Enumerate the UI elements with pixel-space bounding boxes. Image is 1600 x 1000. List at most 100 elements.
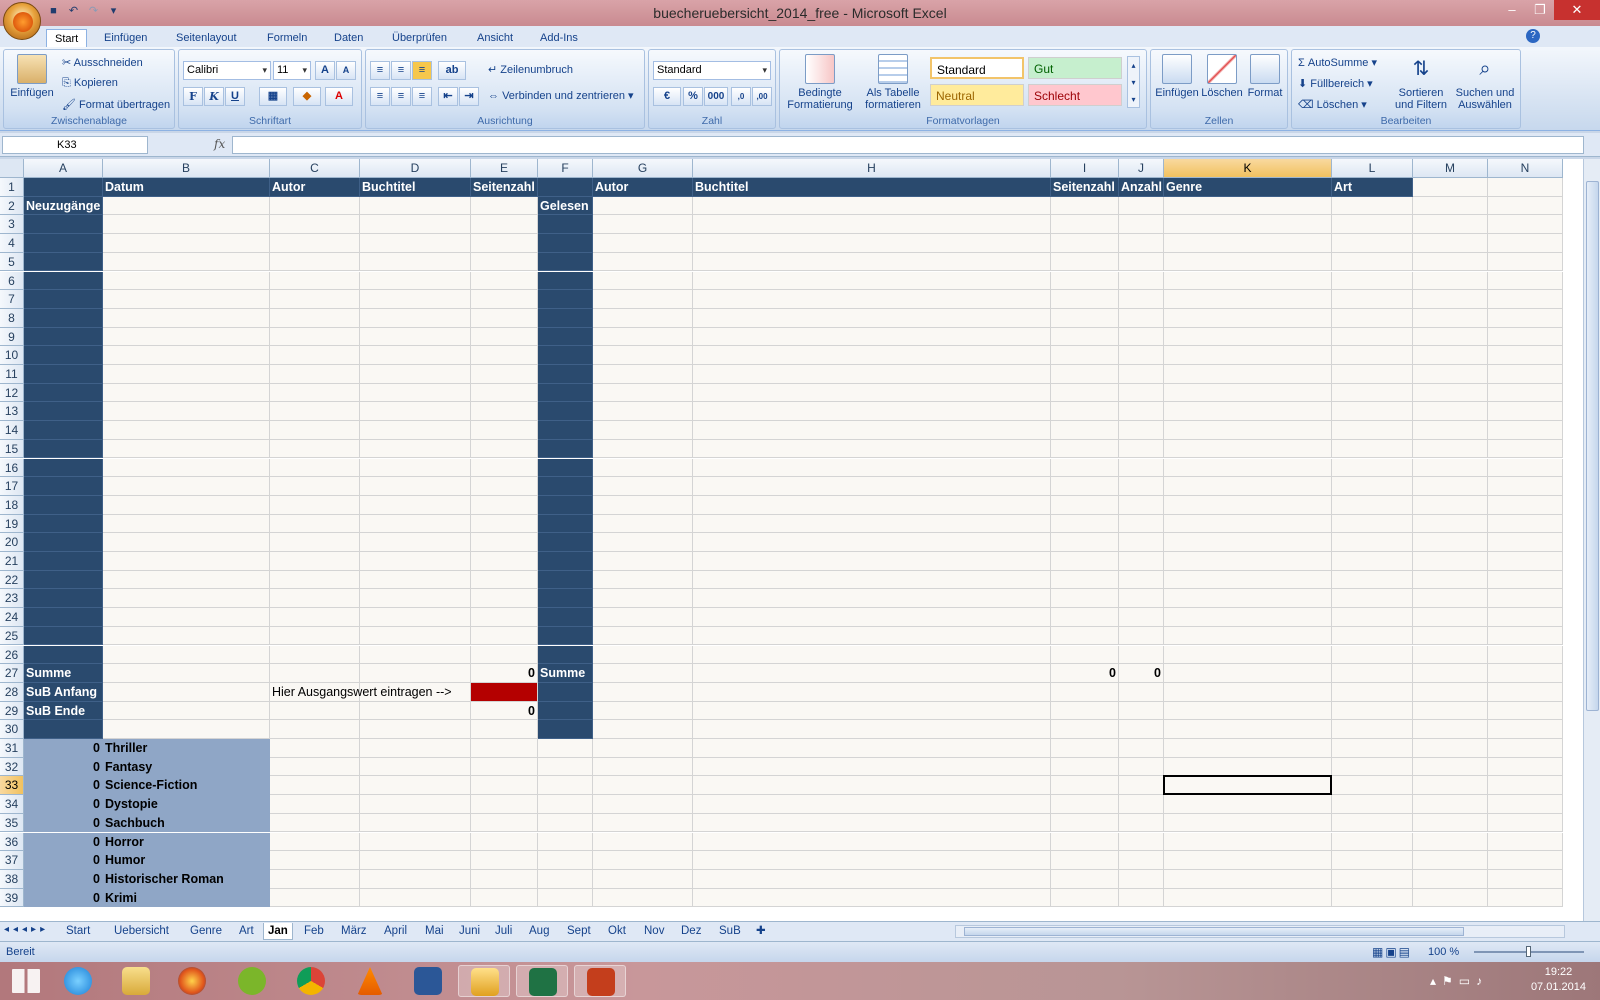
cell-a17[interactable]	[24, 477, 103, 496]
cell-m18[interactable]	[1413, 495, 1488, 515]
cell-g8[interactable]	[593, 308, 693, 328]
cell-l38[interactable]	[1332, 869, 1413, 889]
cell-k38[interactable]	[1164, 869, 1332, 889]
cell-l39[interactable]	[1332, 888, 1413, 908]
cell-h21[interactable]	[693, 552, 1051, 571]
sheet-tab-juni[interactable]: Juni	[455, 923, 484, 940]
cell-b22[interactable]	[103, 570, 270, 590]
cell-c16[interactable]	[270, 458, 360, 478]
horizontal-scrollbar[interactable]	[955, 925, 1565, 938]
cell-b7[interactable]	[103, 290, 270, 309]
cell-b19[interactable]	[103, 514, 270, 534]
cell-b14[interactable]	[103, 421, 270, 440]
cell-n19[interactable]	[1488, 514, 1563, 534]
taskbar-clock[interactable]: 19:22 07.01.2014	[1531, 965, 1586, 995]
cell-a12[interactable]	[24, 383, 103, 403]
tab-start[interactable]: Start	[46, 29, 88, 47]
sheet-tab-mai[interactable]: Mai	[421, 923, 448, 940]
header-datum[interactable]: Datum	[103, 178, 270, 197]
row-header-34[interactable]: 34	[0, 795, 24, 814]
row-header-7[interactable]: 7	[0, 290, 24, 309]
cell-f38[interactable]	[538, 869, 593, 889]
row-header-27[interactable]: 27	[0, 664, 24, 683]
cell-a20[interactable]	[24, 533, 103, 552]
orientation-icon[interactable]: ab	[438, 61, 466, 80]
cell-j3[interactable]	[1119, 215, 1164, 235]
cell-g14[interactable]	[593, 421, 693, 440]
row-header-14[interactable]: 14	[0, 421, 24, 440]
autosum-button[interactable]: Σ AutoSumme ▾	[1298, 56, 1377, 69]
cell-k6[interactable]	[1164, 271, 1332, 291]
cell-h4[interactable]	[693, 234, 1051, 253]
cell-f5[interactable]	[538, 252, 593, 272]
cell-l17[interactable]	[1332, 477, 1413, 496]
column-header-i[interactable]: I	[1051, 159, 1119, 178]
cell-l23[interactable]	[1332, 589, 1413, 609]
cell-n23[interactable]	[1488, 589, 1563, 609]
cell-h27[interactable]	[693, 664, 1051, 683]
cut-button[interactable]: ✂ Ausschneiden	[62, 56, 143, 69]
cell-f22[interactable]	[538, 570, 593, 590]
cell-e38[interactable]	[471, 869, 538, 889]
cell-g35[interactable]	[593, 813, 693, 833]
cell-m33[interactable]	[1413, 776, 1488, 796]
undo-icon[interactable]: ↶	[66, 4, 81, 19]
cell-k3[interactable]	[1164, 215, 1332, 235]
cell-d17[interactable]	[360, 477, 471, 496]
cell-n25[interactable]	[1488, 626, 1563, 646]
column-header-b[interactable]: B	[103, 159, 270, 178]
cell-i29[interactable]	[1051, 701, 1119, 721]
cell-l16[interactable]	[1332, 458, 1413, 478]
row-header-17[interactable]: 17	[0, 477, 24, 496]
cell-m10[interactable]	[1413, 346, 1488, 365]
cell-b5[interactable]	[103, 252, 270, 272]
system-tray-icons[interactable]: ▴⚑▭♪	[1430, 974, 1488, 988]
row-header-16[interactable]: 16	[0, 458, 24, 478]
zoom-level[interactable]: 100 %	[1428, 942, 1459, 962]
genre-count[interactable]: 0	[24, 757, 103, 777]
cell-d24[interactable]	[360, 608, 471, 627]
sheet-tab-aug[interactable]: Aug	[525, 923, 553, 940]
cell-i36[interactable]	[1051, 832, 1119, 852]
redo-icon[interactable]: ↷	[86, 4, 101, 19]
cell-d27[interactable]	[360, 664, 471, 683]
row-header-37[interactable]: 37	[0, 851, 24, 870]
cell-d20[interactable]	[360, 533, 471, 552]
underline-button[interactable]: U	[225, 87, 245, 106]
genre-name[interactable]: Sachbuch	[103, 813, 270, 833]
cell-d5[interactable]	[360, 252, 471, 272]
cell-n17[interactable]	[1488, 477, 1563, 496]
font-color-icon[interactable]: A	[325, 87, 353, 106]
taskbar-word[interactable]	[402, 965, 454, 997]
row-header-11[interactable]: 11	[0, 365, 24, 384]
cell-e30[interactable]	[471, 720, 538, 739]
tab-daten[interactable]: Daten	[326, 29, 371, 47]
cell-l34[interactable]	[1332, 795, 1413, 814]
worksheet-grid[interactable]: A B C D E F G H I J K L M N 1 2 3 4 5 6 7 8 9 10 11 12 13 14 15 16 17 1…	[0, 159, 1583, 921]
cell-c30[interactable]	[270, 720, 360, 739]
cell-h20[interactable]	[693, 533, 1051, 552]
cell-f39[interactable]	[538, 888, 593, 908]
column-header-j[interactable]: J	[1119, 159, 1164, 178]
cell-g25[interactable]	[593, 626, 693, 646]
cell-i3[interactable]	[1051, 215, 1119, 235]
cell-d34[interactable]	[360, 795, 471, 814]
cell-m7[interactable]	[1413, 290, 1488, 309]
cell-k34[interactable]	[1164, 795, 1332, 814]
cell-j23[interactable]	[1119, 589, 1164, 609]
cell-c26[interactable]	[270, 645, 360, 665]
cell-a4[interactable]	[24, 234, 103, 253]
cell-a30[interactable]	[24, 720, 103, 739]
cell-a5[interactable]	[24, 252, 103, 272]
cell-m36[interactable]	[1413, 832, 1488, 852]
help-icon[interactable]: ?	[1526, 29, 1540, 43]
cell-g30[interactable]	[593, 720, 693, 739]
fill-color-icon[interactable]: ◆	[293, 87, 321, 106]
cell-f23[interactable]	[538, 589, 593, 609]
cell-g13[interactable]	[593, 402, 693, 422]
taskbar-powerpoint[interactable]	[574, 965, 626, 997]
taskbar-firefox[interactable]	[166, 965, 218, 997]
column-header-f[interactable]: F	[538, 159, 593, 178]
genre-name[interactable]: Thriller	[103, 739, 270, 758]
genre-count[interactable]: 0	[24, 851, 103, 870]
